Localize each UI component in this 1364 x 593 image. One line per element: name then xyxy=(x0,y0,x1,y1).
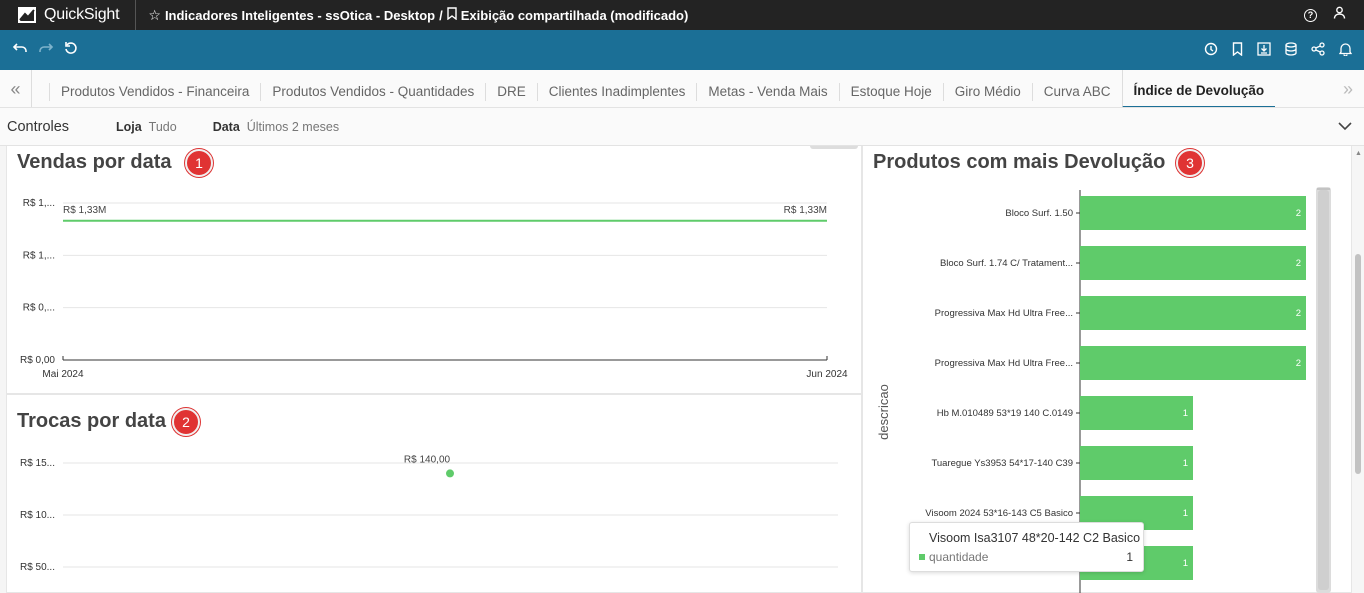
category-label: Bloco Surf. 1.74 C/ Tratament... xyxy=(940,258,1073,269)
data-label: 2 xyxy=(1296,258,1301,269)
category-label: Progressiva Max Hd Ultra Free... xyxy=(935,308,1073,319)
data-label: 2 xyxy=(1296,358,1301,369)
data-label: 1 xyxy=(1183,458,1188,469)
category-label: Visoom 2024 53*16-143 C5 Basico xyxy=(925,508,1073,519)
data-label: 2 xyxy=(1296,308,1301,319)
tooltip-title: Visoom Isa3107 48*20-142 C2 Basico xyxy=(929,531,1141,545)
tooltip-legend-swatch xyxy=(919,554,925,560)
category-label: Bloco Surf. 1.50 xyxy=(1005,208,1073,219)
data-label: 1 xyxy=(1183,558,1188,569)
category-label: Progressiva Max Hd Ultra Free... xyxy=(935,358,1073,369)
category-label: Hb M.010489 53*19 140 C.0149 xyxy=(937,408,1073,419)
bar xyxy=(1080,246,1306,280)
data-label: 2 xyxy=(1296,208,1301,219)
tooltip-value: 1 xyxy=(1126,550,1133,564)
page-scrollbar-thumb[interactable] xyxy=(1355,254,1361,474)
bar xyxy=(1080,396,1193,430)
data-label: 1 xyxy=(1183,508,1188,519)
category-label: Tuaregue Ys3953 54*17-140 C39 xyxy=(931,458,1073,469)
bar xyxy=(1080,346,1306,380)
chart-tooltip: Visoom Isa3107 48*20-142 C2 Basico quant… xyxy=(909,522,1144,572)
bar xyxy=(1080,446,1193,480)
bar-chart-produtos: descricao Bloco Surf. 1.50 2 Bloco Surf. 1.… xyxy=(876,187,1331,593)
chart-scrollbar-thumb[interactable] xyxy=(1318,190,1329,590)
data-label: 1 xyxy=(1183,408,1188,419)
bar xyxy=(1080,296,1306,330)
bar xyxy=(1080,196,1306,230)
page-scrollbar[interactable]: ▲ xyxy=(1352,146,1364,593)
scroll-up-icon[interactable]: ▲ xyxy=(1355,150,1362,157)
y-axis-title: descricao xyxy=(876,384,891,440)
tooltip-key: quantidade xyxy=(929,550,989,564)
